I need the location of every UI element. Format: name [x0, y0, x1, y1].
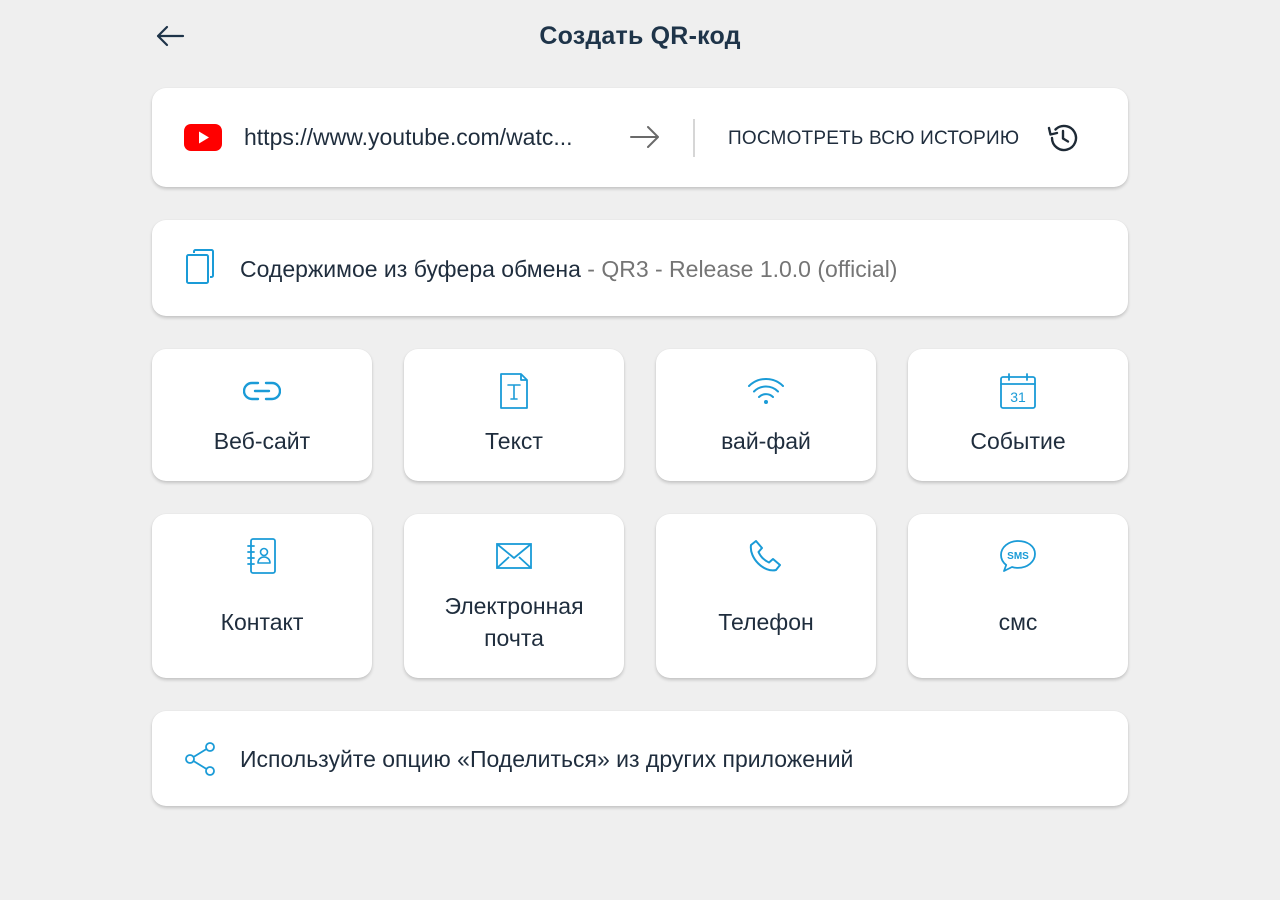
- view-all-history-button[interactable]: ПОСМОТРЕТЬ ВСЮ ИСТОРИЮ: [728, 128, 1019, 150]
- clipboard-content-card[interactable]: Содержимое из буфера обмена - QR3 - Rele…: [152, 220, 1128, 316]
- type-phone-label: Телефон: [718, 609, 814, 635]
- type-email-label-line2: почта: [484, 625, 544, 651]
- type-wifi-button[interactable]: вай-фай: [656, 349, 876, 481]
- calendar-icon: 31: [998, 371, 1038, 411]
- text-document-icon: [494, 371, 534, 411]
- type-sms-label: смс: [998, 609, 1038, 635]
- type-wifi-label: вай-фай: [721, 428, 811, 454]
- clipboard-copy-icon: [184, 248, 216, 286]
- arrow-right-icon[interactable]: [628, 122, 662, 152]
- type-event-button[interactable]: 31 Событие: [908, 349, 1128, 481]
- history-card: https://www.youtube.com/watc... ПОСМОТРЕ…: [152, 88, 1128, 187]
- history-clock-icon[interactable]: [1046, 121, 1080, 155]
- clipboard-value: QR3 - Release 1.0.0 (official): [601, 256, 898, 282]
- last-scanned-url[interactable]: https://www.youtube.com/watc...: [244, 124, 604, 151]
- type-text-button[interactable]: Текст: [404, 349, 624, 481]
- share-hint-text: Используйте опцию «Поделиться» из других…: [240, 746, 854, 772]
- calendar-icon-text: 31: [1010, 389, 1026, 405]
- contact-book-icon: [242, 536, 282, 576]
- type-website-label: Веб-сайт: [213, 428, 311, 454]
- vertical-divider: [693, 119, 695, 157]
- share-hint-card: Используйте опцию «Поделиться» из других…: [152, 711, 1128, 806]
- link-icon: [242, 371, 282, 411]
- sms-bubble-icon: SMS: [998, 536, 1038, 576]
- type-email-label-line1: Электронная: [444, 593, 584, 619]
- app-header: Создать QR-код: [0, 0, 1280, 76]
- type-contact-label: Контакт: [220, 609, 304, 635]
- type-text-label: Текст: [485, 428, 543, 454]
- share-icon: [184, 741, 216, 777]
- type-website-button[interactable]: Веб-сайт: [152, 349, 372, 481]
- type-phone-button[interactable]: Телефон: [656, 514, 876, 678]
- phone-icon: [746, 536, 786, 576]
- type-email-label: Электронная почта: [404, 590, 624, 654]
- type-contact-button[interactable]: Контакт: [152, 514, 372, 678]
- page-title: Создать QR-код: [539, 22, 741, 50]
- type-event-label: Событие: [970, 428, 1066, 454]
- clipboard-separator: -: [580, 256, 602, 282]
- clipboard-text: Содержимое из буфера обмена - QR3 - Rele…: [240, 256, 897, 283]
- envelope-icon: [494, 536, 534, 576]
- type-sms-button[interactable]: SMS смс: [908, 514, 1128, 678]
- clipboard-label: Содержимое из буфера обмена: [240, 256, 581, 282]
- youtube-icon: [184, 124, 222, 151]
- wifi-icon: [746, 371, 786, 411]
- type-email-button[interactable]: Электронная почта: [404, 514, 624, 678]
- sms-icon-text: SMS: [1007, 551, 1029, 562]
